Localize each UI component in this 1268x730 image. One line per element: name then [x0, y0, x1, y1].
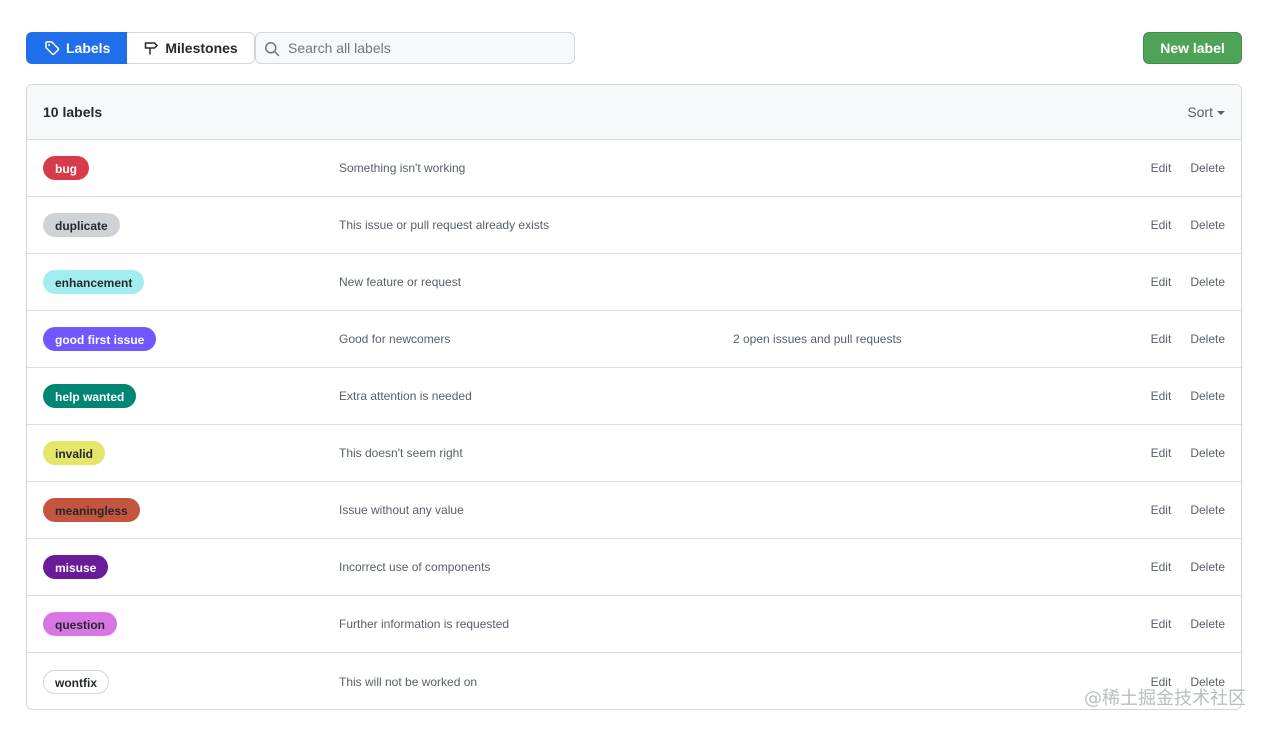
sort-label: Sort: [1187, 104, 1213, 120]
search-icon: [265, 42, 280, 57]
label-actions: Edit Delete: [1151, 161, 1225, 175]
label-actions: Edit Delete: [1151, 617, 1225, 631]
labels-rows: bug Something isn't working Edit Delete …: [27, 140, 1241, 709]
label-description: Something isn't working: [339, 161, 466, 175]
label-pill[interactable]: good first issue: [43, 327, 157, 351]
label-actions: Edit Delete: [1151, 275, 1225, 289]
label-pill[interactable]: misuse: [43, 555, 109, 579]
delete-button[interactable]: Delete: [1190, 275, 1225, 289]
label-description: Incorrect use of components: [339, 560, 491, 574]
label-actions: Edit Delete: [1151, 560, 1225, 574]
labels-toolbar: Labels Milestones New label: [26, 32, 1242, 64]
edit-button[interactable]: Edit: [1151, 560, 1172, 574]
tab-milestones[interactable]: Milestones: [127, 32, 255, 64]
new-label-button[interactable]: New label: [1143, 32, 1242, 64]
milestone-icon: [145, 42, 159, 55]
label-row: good first issue Good for newcomers 2 op…: [27, 311, 1241, 368]
edit-button[interactable]: Edit: [1151, 446, 1172, 460]
label-pill[interactable]: question: [43, 612, 117, 636]
label-row: duplicate This issue or pull request alr…: [27, 197, 1241, 254]
label-cell: good first issue: [43, 327, 157, 351]
tab-labels[interactable]: Labels: [26, 32, 128, 64]
watermark: @稀土掘金技术社区: [1084, 688, 1246, 709]
edit-button[interactable]: Edit: [1151, 218, 1172, 232]
delete-button[interactable]: Delete: [1190, 503, 1225, 517]
label-row: help wanted Extra attention is needed Ed…: [27, 368, 1241, 425]
label-pill[interactable]: enhancement: [43, 270, 145, 294]
tag-icon: [45, 41, 60, 56]
edit-button[interactable]: Edit: [1151, 161, 1172, 175]
label-row: wontfix This will not be worked on Edit …: [27, 653, 1241, 709]
label-pill[interactable]: meaningless: [43, 498, 140, 522]
label-row: meaningless Issue without any value Edit…: [27, 482, 1241, 539]
label-actions: Edit Delete: [1151, 446, 1225, 460]
caret-down-icon: [1217, 111, 1225, 115]
label-row: invalid This doesn't seem right Edit Del…: [27, 425, 1241, 482]
edit-button[interactable]: Edit: [1151, 389, 1172, 403]
label-description: Issue without any value: [339, 503, 464, 517]
label-cell: meaningless: [43, 498, 140, 522]
label-issues-link[interactable]: 2 open issues and pull requests: [733, 332, 902, 346]
label-pill[interactable]: bug: [43, 156, 89, 180]
delete-button[interactable]: Delete: [1190, 389, 1225, 403]
label-description: Further information is requested: [339, 617, 510, 631]
edit-button[interactable]: Edit: [1151, 332, 1172, 346]
label-row: misuse Incorrect use of components Edit …: [27, 539, 1241, 596]
label-cell: enhancement: [43, 270, 145, 294]
labels-list: 10 labels Sort bug Something isn't worki…: [26, 84, 1242, 710]
label-row: bug Something isn't working Edit Delete: [27, 140, 1241, 197]
label-pill[interactable]: wontfix: [43, 669, 109, 694]
delete-button[interactable]: Delete: [1190, 218, 1225, 232]
label-actions: Edit Delete: [1151, 332, 1225, 346]
label-description: This doesn't seem right: [339, 446, 463, 460]
tab-labels-text: Labels: [66, 40, 111, 56]
label-description: Extra attention is needed: [339, 389, 472, 403]
label-row: enhancement New feature or request Edit …: [27, 254, 1241, 311]
label-actions: Edit Delete: [1151, 503, 1225, 517]
labels-list-header: 10 labels Sort: [27, 85, 1241, 140]
delete-button[interactable]: Delete: [1190, 446, 1225, 460]
delete-button[interactable]: Delete: [1190, 560, 1225, 574]
label-description: This issue or pull request already exist…: [339, 218, 550, 232]
labels-count: 10 labels: [43, 104, 103, 120]
label-description: Good for newcomers: [339, 332, 451, 346]
label-actions: Edit Delete: [1151, 218, 1225, 232]
label-pill[interactable]: duplicate: [43, 213, 120, 237]
label-cell: question: [43, 612, 117, 636]
search-input[interactable]: [256, 33, 574, 63]
label-cell: help wanted: [43, 384, 137, 408]
labels-milestones-subnav: Labels Milestones: [26, 32, 255, 64]
delete-button[interactable]: Delete: [1190, 332, 1225, 346]
sort-menu[interactable]: Sort: [1187, 104, 1225, 120]
search-box: [255, 32, 575, 64]
label-row: question Further information is requeste…: [27, 596, 1241, 653]
label-cell: wontfix: [43, 669, 109, 694]
delete-button[interactable]: Delete: [1190, 161, 1225, 175]
delete-button[interactable]: Delete: [1190, 617, 1225, 631]
label-description: New feature or request: [339, 275, 462, 289]
label-description: This will not be worked on: [339, 674, 478, 689]
edit-button[interactable]: Edit: [1151, 617, 1172, 631]
label-actions: Edit Delete: [1151, 389, 1225, 403]
label-cell: bug: [43, 156, 89, 180]
label-pill[interactable]: invalid: [43, 441, 106, 465]
edit-button[interactable]: Edit: [1151, 275, 1172, 289]
edit-button[interactable]: Edit: [1151, 503, 1172, 517]
label-cell: duplicate: [43, 213, 120, 237]
label-pill[interactable]: help wanted: [43, 384, 137, 408]
label-cell: misuse: [43, 555, 109, 579]
label-cell: invalid: [43, 441, 106, 465]
tab-milestones-text: Milestones: [165, 40, 238, 56]
